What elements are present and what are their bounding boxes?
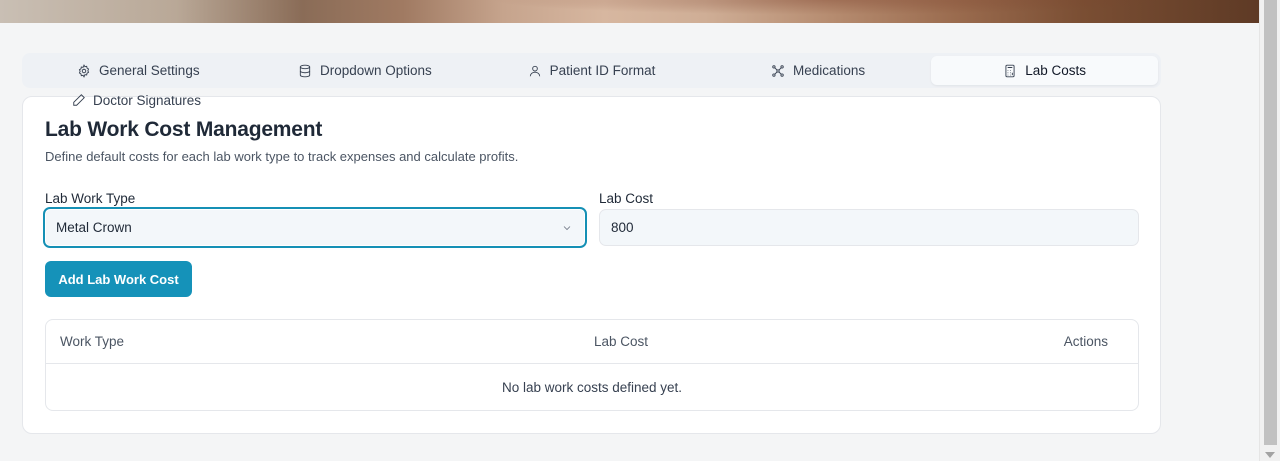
lab-cost-label: Lab Cost: [599, 191, 654, 206]
chevron-down-icon: [563, 225, 571, 230]
tab-doctor-signatures[interactable]: Doctor Signatures: [72, 91, 201, 109]
work-type-value: Metal Crown: [56, 220, 132, 235]
work-type-label: Lab Work Type: [45, 191, 136, 206]
tab-patient-id-format[interactable]: Patient ID Format: [478, 56, 705, 85]
column-header-actions: Actions: [1063, 334, 1108, 349]
calculator-icon: [1005, 64, 1015, 77]
lab-cost-input[interactable]: 800: [599, 209, 1139, 246]
tab-general-settings[interactable]: General Settings: [25, 56, 252, 85]
tab-label: Doctor Signatures: [93, 92, 202, 108]
add-lab-work-cost-button[interactable]: Add Lab Work Cost: [45, 261, 192, 297]
vertical-scrollbar[interactable]: [1259, 0, 1280, 461]
column-header-lab-cost: Lab Cost: [594, 334, 649, 349]
lab-costs-card: Lab Work Cost Management Define default …: [22, 96, 1161, 434]
tab-label: Medications: [793, 63, 866, 78]
column-header-work-type: Work Type: [60, 334, 125, 349]
user-icon: [529, 65, 540, 76]
tab-medications[interactable]: Medications: [705, 56, 932, 85]
database-icon: [299, 64, 311, 77]
scrollbar-thumb[interactable]: [1264, 0, 1277, 445]
work-type-select[interactable]: Metal Crown: [43, 207, 587, 248]
network-icon: [772, 64, 784, 77]
page-title: Lab Work Cost Management: [45, 118, 323, 141]
gear-icon: [78, 63, 90, 78]
scroll-down-arrow-icon[interactable]: [1265, 452, 1275, 458]
hero-image: [0, 0, 1260, 23]
lab-costs-table: Work Type Lab Cost Actions No lab work c…: [45, 319, 1139, 411]
page-description: Define default costs for each lab work t…: [45, 149, 519, 164]
empty-state-message: No lab work costs defined yet.: [501, 379, 683, 395]
settings-tabs: General Settings Dropdown Options Patien…: [22, 53, 1161, 88]
table-header: Work Type Lab Cost Actions: [46, 320, 1138, 364]
tab-dropdown-options[interactable]: Dropdown Options: [252, 56, 479, 85]
tab-label: Dropdown Options: [319, 63, 432, 78]
tab-label: General Settings: [99, 63, 200, 78]
tab-lab-costs[interactable]: Lab Costs: [931, 56, 1158, 85]
lab-cost-value: 800: [611, 220, 634, 235]
pen-icon: [73, 94, 85, 106]
tab-label: Patient ID Format: [549, 63, 656, 78]
tab-label: Lab Costs: [1025, 63, 1087, 78]
